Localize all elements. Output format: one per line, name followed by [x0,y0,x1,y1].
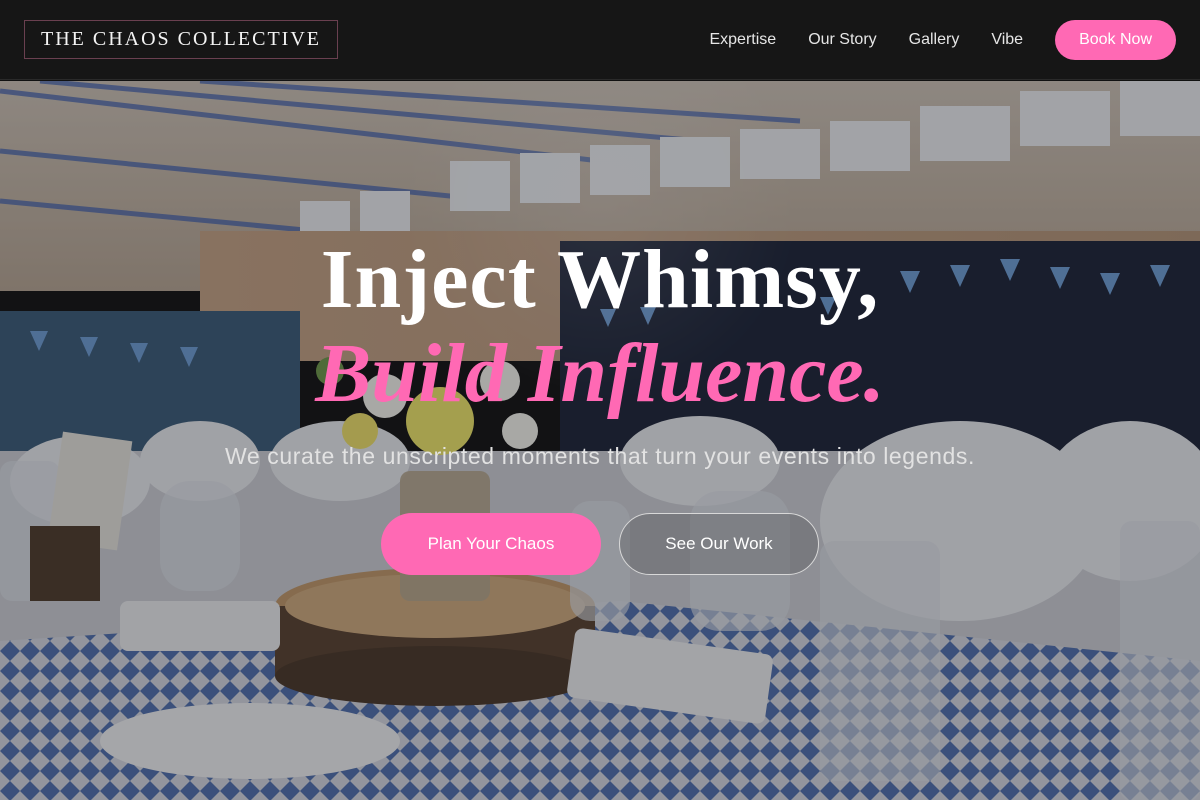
hero-section: Inject Whimsy, Build Influence. We curat… [0,81,1200,800]
hero-subtitle: We curate the unscripted moments that tu… [225,443,975,469]
nav-item-our-story[interactable]: Our Story [808,31,876,49]
main-nav: Expertise Our Story Gallery Vibe Book No… [677,19,1176,60]
book-now-button[interactable]: Book Now [1055,19,1176,60]
nav-item-vibe[interactable]: Vibe [991,31,1023,49]
hero-headline-line2: Build Influence. [315,327,885,420]
brand-logo[interactable]: THE CHAOS COLLECTIVE [24,20,338,59]
see-our-work-button[interactable]: See Our Work [619,513,819,575]
hero-headline-line1: Inject Whimsy, [320,233,880,326]
hero-overlay [0,81,1200,800]
site-header: THE CHAOS COLLECTIVE Expertise Our Story… [0,0,1200,80]
nav-item-expertise[interactable]: Expertise [709,31,776,49]
nav-item-gallery[interactable]: Gallery [909,31,960,49]
hero-cta-row: Plan Your Chaos See Our Work [0,513,1200,575]
plan-your-chaos-button[interactable]: Plan Your Chaos [381,513,601,575]
